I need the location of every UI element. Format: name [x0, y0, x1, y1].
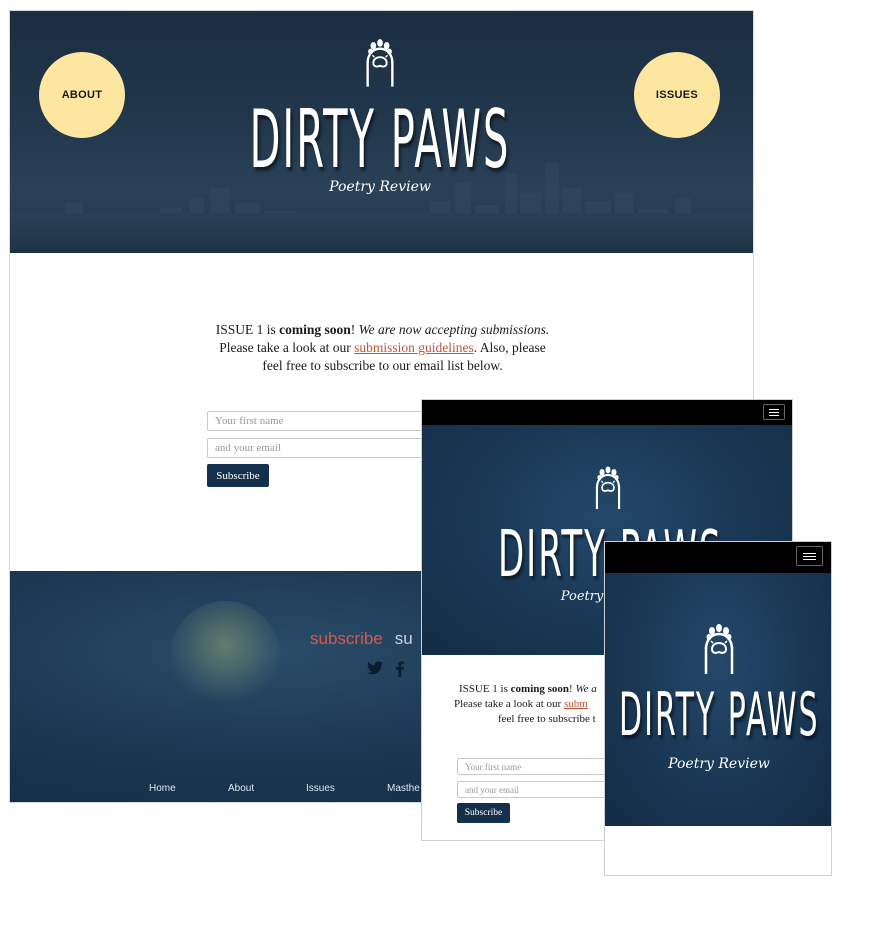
footer-nav-home[interactable]: Home [149, 783, 176, 794]
mobile-brand-logo: DIRTY PAWS Poetry Review [619, 617, 819, 772]
tablet-top-bar [422, 400, 792, 425]
jellyfish-image [170, 601, 280, 711]
mobile-top-bar [605, 542, 831, 573]
tablet-first-name-input[interactable]: Your first name [457, 758, 627, 775]
paw-icon [699, 617, 739, 677]
issues-button[interactable]: ISSUES [634, 52, 720, 138]
mobile-brand-title: DIRTY PAWS [619, 681, 820, 751]
footer-second-link[interactable]: su [395, 629, 413, 648]
footer-subscribe-link[interactable]: subscribe [310, 629, 383, 648]
mobile-hero-banner: DIRTY PAWS Poetry Review [605, 573, 831, 826]
tablet-email-input[interactable]: and your email [457, 781, 627, 798]
twitter-icon[interactable] [367, 661, 383, 675]
footer-nav-masthead[interactable]: Masthe [387, 783, 420, 794]
email-input[interactable]: and your email [207, 438, 437, 458]
tablet-submission-link[interactable]: subm [564, 698, 588, 710]
submission-guidelines-link[interactable]: submission guidelines [354, 340, 474, 355]
footer-nav-issues[interactable]: Issues [306, 783, 335, 794]
hero-banner: ABOUT ISSUES DIRTY PAWS Poetry Review [10, 11, 753, 253]
footer-subscribe-heading: subscribe su [310, 629, 413, 649]
paw-icon [361, 33, 399, 89]
hamburger-menu-icon[interactable] [763, 404, 785, 420]
intro-text: ISSUE 1 is coming soon! We are now accep… [215, 322, 550, 373]
brand-title: DIRTY PAWS [249, 95, 511, 187]
hamburger-menu-icon[interactable] [796, 546, 823, 566]
facebook-icon[interactable] [395, 661, 405, 677]
tablet-subscribe-button[interactable]: Subscribe [457, 803, 510, 823]
paw-icon [591, 461, 625, 511]
about-button[interactable]: ABOUT [39, 52, 125, 138]
footer-nav-about[interactable]: About [228, 783, 254, 794]
subscribe-button[interactable]: Subscribe [207, 464, 269, 487]
first-name-input[interactable]: Your first name [207, 411, 437, 431]
brand-logo: DIRTY PAWS Poetry Review [240, 33, 520, 195]
mobile-screenshot: DIRTY PAWS Poetry Review [604, 541, 832, 876]
